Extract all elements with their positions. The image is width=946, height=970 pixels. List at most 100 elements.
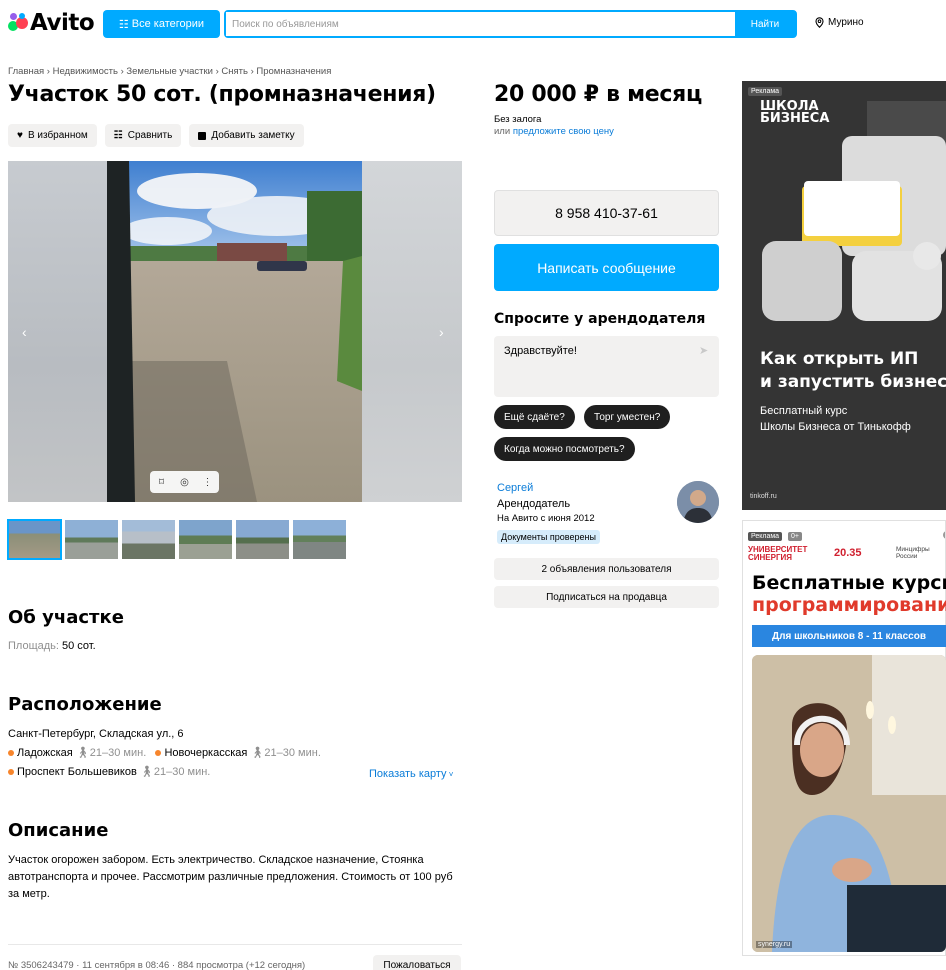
- compare-icon: ☷: [113, 130, 123, 141]
- ad-photo: synergy.ru: [752, 655, 946, 952]
- all-categories-button[interactable]: ☷ Все категории: [103, 10, 220, 38]
- metro-station: Новочеркасская 🚶︎21–30 мин.: [155, 747, 321, 759]
- address: Санкт-Петербург, Складская ул., 6: [8, 728, 184, 740]
- ad-source: tinkoff.ru: [750, 493, 777, 500]
- ad-heading: Бесплатные курсы: [752, 572, 946, 594]
- seller-listings-button[interactable]: 2 объявления пользователя: [494, 558, 719, 580]
- avito-logo[interactable]: Avito: [8, 10, 95, 36]
- location-label: Мурино: [828, 17, 864, 28]
- ask-message-box: [494, 336, 719, 397]
- main-photo[interactable]: [107, 161, 362, 502]
- logo-text: Avito: [30, 10, 95, 36]
- ad-label: Реклама: [748, 87, 783, 96]
- thumbnail[interactable]: [65, 520, 118, 559]
- photo-gallery[interactable]: ‹ › ⌑ ◎ ⋮: [8, 161, 462, 502]
- camera-icon[interactable]: ◎: [173, 477, 196, 488]
- offer-price: или предложите свою цену: [494, 126, 614, 137]
- add-note-label: Добавить заметку: [211, 130, 295, 141]
- header: Avito ☷ Все категории Найти Мурино: [0, 0, 946, 48]
- ad-badge: 20.35: [834, 547, 862, 559]
- ad-label: Реклама: [748, 532, 783, 541]
- note-icon: [198, 131, 207, 140]
- compare-label: Сравнить: [127, 130, 173, 141]
- metro-dot-icon: [8, 769, 14, 776]
- price: 20 000 ₽ в месяц: [494, 82, 702, 107]
- ad-age-label: 0+: [788, 532, 802, 541]
- area-value: 50 сот.: [62, 640, 96, 652]
- offer-price-link[interactable]: предложите свою цену: [513, 126, 614, 137]
- logo-dots-icon: [8, 13, 28, 33]
- categories-icon: ☷: [118, 18, 129, 31]
- all-categories-label: Все категории: [131, 18, 205, 30]
- compare-button[interactable]: ☷ Сравнить: [104, 124, 182, 147]
- ad-banner-tinkoff[interactable]: Реклама: [742, 81, 946, 510]
- ad-source: synergy.ru: [756, 941, 793, 948]
- show-map-label: Показать карту: [369, 768, 447, 780]
- ad-brand-logo: УНИВЕРСИТЕТ СИНЕРГИЯ: [748, 545, 808, 562]
- metro-dot-icon: [8, 750, 14, 757]
- deposit-info: Без залога: [494, 114, 542, 125]
- ask-message-input[interactable]: [494, 336, 719, 397]
- show-phone-button[interactable]: 8 958 410-37-61: [494, 190, 719, 236]
- area-row: Площадь: 50 сот.: [8, 640, 96, 652]
- ad-heading-accent: программирования: [752, 594, 946, 616]
- complain-button[interactable]: Пожаловаться: [373, 955, 461, 970]
- gallery-side-blur: [362, 161, 462, 502]
- thumbnail[interactable]: [236, 520, 289, 559]
- metro-dot-icon: [155, 750, 162, 757]
- search-bar: Найти: [224, 10, 797, 38]
- thumbnail[interactable]: [293, 520, 346, 559]
- favorite-button[interactable]: ♥ В избранном: [8, 124, 97, 147]
- metro-station: Проспект Большевиков 🚶︎21–30 мин.: [8, 766, 210, 778]
- photo-thumbnails: [7, 519, 346, 560]
- ad-subtitle: Бесплатный курс Школы Бизнеса от Тинькоф…: [760, 405, 911, 433]
- quick-question-chip[interactable]: Торг уместен?: [584, 405, 671, 429]
- verified-badge: Документы проверены: [497, 530, 600, 544]
- bookmark-icon[interactable]: ⌑: [150, 477, 173, 488]
- thumbnail[interactable]: [179, 520, 232, 559]
- chevron-down-icon: ˅: [446, 770, 454, 779]
- seller-role: Арендодатель: [497, 498, 571, 510]
- avatar[interactable]: [677, 481, 719, 523]
- next-photo-arrow-icon[interactable]: ›: [439, 324, 444, 340]
- listing-actions: ♥ В избранном ☷ Сравнить Добавить заметк…: [8, 124, 304, 147]
- ad-cta[interactable]: Для школьников 8 - 11 классов: [752, 625, 946, 647]
- ad-ministry: Минцифры России: [896, 546, 930, 560]
- seller-name[interactable]: Сергей: [497, 482, 533, 494]
- quick-question-chip[interactable]: Когда можно посмотреть?: [494, 437, 635, 461]
- page-title: Участок 50 сот. (промназначения): [8, 82, 436, 107]
- location-heading: Расположение: [8, 694, 162, 715]
- description-text: Участок огорожен забором. Есть электриче…: [8, 854, 453, 900]
- breadcrumb[interactable]: Главная › Недвижимость › Земельные участ…: [8, 66, 331, 77]
- location-pin-icon: [815, 17, 824, 28]
- area-label: Площадь:: [8, 640, 59, 652]
- photo-tools: ⌑ ◎ ⋮: [150, 471, 219, 493]
- location-selector[interactable]: Мурино: [815, 17, 864, 28]
- about-heading: Об участке: [8, 607, 124, 628]
- ad-heading: Как открыть ИП и запустить бизнес: [760, 349, 946, 392]
- thumbnail[interactable]: [7, 519, 62, 560]
- thumbnail[interactable]: [122, 520, 175, 559]
- subscribe-seller-button[interactable]: Подписаться на продавца: [494, 586, 719, 608]
- show-map-link[interactable]: Показать карту ˅: [369, 768, 453, 780]
- divider: [8, 944, 462, 945]
- metro-row: Ладожская 🚶︎21–30 мин. Новочеркасская 🚶︎…: [8, 746, 321, 759]
- description-heading: Описание: [8, 820, 109, 841]
- ad-brand-logo: ШКОЛА БИЗНЕСА: [760, 99, 830, 126]
- offer-prefix: или: [494, 126, 511, 137]
- search-button[interactable]: Найти: [735, 12, 795, 36]
- metro-row: Проспект Большевиков 🚶︎21–30 мин.: [8, 765, 210, 778]
- send-icon[interactable]: ➤: [699, 344, 708, 357]
- more-icon[interactable]: ⋮: [196, 477, 219, 488]
- heart-icon: ♥: [17, 130, 23, 141]
- listing-meta: № 3506243479 · 11 сентября в 08:46 · 884…: [8, 960, 306, 970]
- add-note-button[interactable]: Добавить заметку: [189, 124, 304, 147]
- quick-question-chip[interactable]: Ещё сдаёте?: [494, 405, 575, 429]
- metro-station: Ладожская 🚶︎21–30 мин.: [8, 747, 146, 759]
- write-message-button[interactable]: Написать сообщение: [494, 244, 719, 291]
- search-input[interactable]: [226, 12, 735, 36]
- favorite-label: В избранном: [27, 130, 88, 141]
- seller-since: На Авито с июня 2012: [497, 513, 595, 524]
- ask-heading: Спросите у арендодателя: [494, 311, 706, 327]
- prev-photo-arrow-icon[interactable]: ‹: [22, 324, 27, 340]
